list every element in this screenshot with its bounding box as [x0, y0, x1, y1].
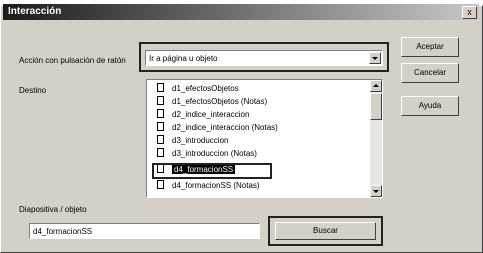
list-item[interactable]: d2_indice_interaccion [157, 109, 249, 121]
cancelar-button[interactable]: Cancelar [401, 63, 459, 83]
list-item[interactable]: d1_efectosObjetos (Notas) [157, 96, 267, 108]
list-scrollbar[interactable] [370, 80, 382, 197]
document-icon [157, 180, 164, 189]
window-title: Interacción [8, 6, 62, 17]
title-bar: Interacción x [3, 4, 479, 20]
aceptar-button[interactable]: Aceptar [401, 37, 459, 57]
selected-item-highlight-frame [152, 163, 272, 179]
destino-list[interactable]: d1_efectosObjetos d1_efectosObjetos (Not… [146, 79, 383, 198]
buscar-button[interactable]: Buscar [275, 222, 376, 240]
document-icon [157, 96, 164, 105]
document-icon [157, 83, 164, 92]
list-item[interactable]: d2_indice_interaccion (Notas) [157, 122, 278, 134]
chevron-down-icon [372, 57, 378, 60]
diapositiva-label: Diapositiva / objeto [19, 205, 91, 214]
action-dropdown-button[interactable] [369, 52, 381, 64]
document-icon [157, 122, 164, 131]
list-item[interactable]: d1_efectosObjetos [157, 83, 239, 95]
list-item[interactable]: d3_introduccion (Notas) [157, 148, 257, 160]
document-icon [157, 109, 164, 118]
scroll-down-button[interactable] [370, 185, 382, 197]
close-button[interactable]: x [462, 6, 477, 19]
scroll-up-button[interactable] [370, 80, 382, 92]
destino-label: Destino [19, 86, 47, 95]
list-item[interactable]: d4_formacionSS (Notas) [157, 180, 260, 192]
action-label: Acción con pulsación de ratón [19, 56, 126, 65]
action-select-value: Ir a página u objeto [149, 54, 218, 63]
document-icon [157, 135, 164, 144]
scroll-thumb[interactable] [370, 93, 382, 120]
chevron-up-icon [373, 84, 379, 87]
ayuda-button[interactable]: Ayuda [401, 96, 459, 116]
list-item[interactable]: d3_introduccion [157, 135, 228, 147]
action-select[interactable]: Ir a página u objeto [145, 50, 383, 66]
chevron-down-icon [373, 190, 379, 193]
diapositiva-input-value: d4_formacionSS [33, 227, 93, 236]
document-icon [157, 148, 164, 157]
diapositiva-input[interactable]: d4_formacionSS [29, 223, 260, 239]
